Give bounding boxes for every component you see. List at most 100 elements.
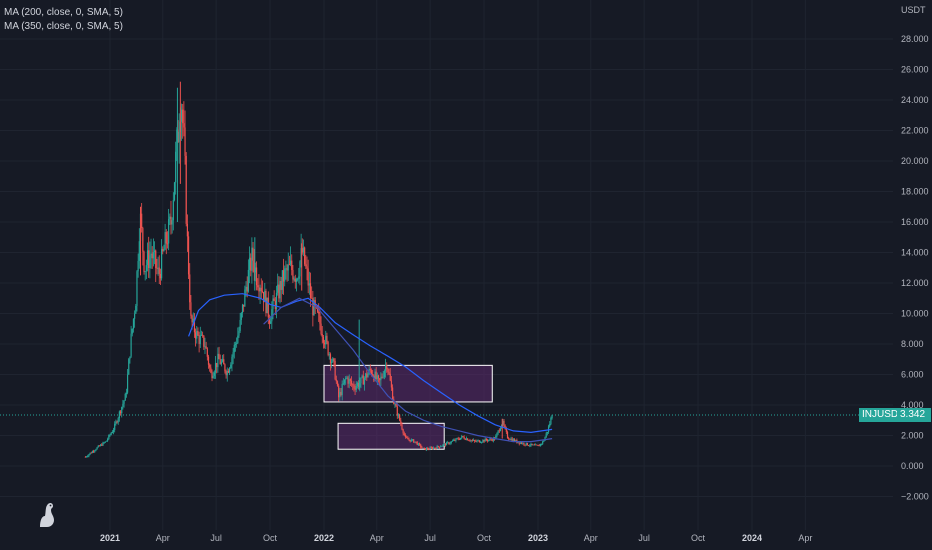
candle-body xyxy=(101,444,103,446)
candle-body xyxy=(333,358,335,361)
candle-body xyxy=(460,437,462,440)
candle-body xyxy=(528,445,530,447)
candle-body xyxy=(126,374,129,393)
candle-body xyxy=(266,297,268,314)
candle-body xyxy=(408,439,410,441)
candle-body xyxy=(383,370,385,377)
candle-body xyxy=(474,440,476,442)
indicator-legend: MA (200, close, 0, SMA, 5) MA (350, clos… xyxy=(4,6,123,34)
time-tick-label: Apr xyxy=(584,533,598,543)
candle-body xyxy=(486,440,489,441)
candle-body xyxy=(376,375,378,380)
candle-body xyxy=(508,438,510,440)
ma350-legend[interactable]: MA (350, close, 0, SMA, 5) xyxy=(4,20,123,34)
candle-body xyxy=(102,442,104,446)
candle-body xyxy=(218,353,220,360)
candle-body xyxy=(384,365,387,371)
candle-body xyxy=(529,445,531,447)
candle-body xyxy=(211,372,213,379)
candle-body xyxy=(119,411,122,414)
candle-body xyxy=(95,449,97,451)
candle-body xyxy=(353,385,355,389)
candle-body xyxy=(115,421,117,424)
time-tick-label: 2024 xyxy=(742,533,762,543)
candle-body xyxy=(157,267,159,269)
candle-body xyxy=(414,441,416,443)
zone-rectangle xyxy=(337,422,445,450)
candle-body xyxy=(302,247,305,253)
candle-body xyxy=(207,356,210,365)
candle-body xyxy=(433,447,435,449)
candle-body xyxy=(241,304,244,314)
candle-body xyxy=(420,444,422,448)
candle-body xyxy=(109,434,111,436)
candle-body xyxy=(546,431,548,434)
candle-body xyxy=(164,232,166,250)
time-tick-label: Apr xyxy=(370,533,384,543)
candle-body xyxy=(404,434,407,438)
candle-body xyxy=(545,433,547,438)
candle-body xyxy=(128,359,130,375)
candle-body xyxy=(165,232,167,244)
candle-body xyxy=(229,368,231,373)
candle-body xyxy=(255,267,258,286)
candle-body xyxy=(259,287,261,292)
candle-body xyxy=(498,430,500,432)
candle-body xyxy=(226,371,228,376)
candle-body xyxy=(533,444,536,446)
candle-body xyxy=(481,441,483,443)
candle-body xyxy=(233,344,235,353)
candle-body xyxy=(430,447,432,449)
candle-body xyxy=(186,223,188,237)
price-chart[interactable]: 28.000 26.000 24.000 22.000 20.000 18.000 16.0… xyxy=(0,0,932,550)
candle-body xyxy=(443,443,445,445)
candle-body xyxy=(258,287,260,292)
candle-body xyxy=(475,441,477,442)
candle-body xyxy=(220,361,222,365)
candle-body xyxy=(162,248,164,252)
tradingview-logo-icon[interactable] xyxy=(36,500,60,530)
candle-body xyxy=(239,319,241,331)
candle-body xyxy=(144,271,146,273)
candle-body xyxy=(153,250,156,253)
price-tick-label: 6.000 xyxy=(901,370,924,380)
candle-body xyxy=(195,332,197,339)
candle-body xyxy=(512,439,514,442)
candle-body xyxy=(438,446,441,448)
candle-body xyxy=(175,151,177,183)
candle-body xyxy=(387,368,389,372)
candle-body xyxy=(123,400,125,404)
candle-body xyxy=(488,439,490,441)
candle-body xyxy=(210,367,212,373)
ma200-legend[interactable]: MA (200, close, 0, SMA, 5) xyxy=(4,6,123,20)
candle-body xyxy=(386,365,388,369)
candle-body xyxy=(469,440,471,442)
candle-body xyxy=(416,442,418,445)
time-tick-label: Oct xyxy=(263,533,278,543)
candle-body xyxy=(363,378,366,385)
candle-body xyxy=(111,431,113,433)
chart-container[interactable]: 28.000 26.000 24.000 22.000 20.000 18.000 16.0… xyxy=(0,0,932,550)
candle-body xyxy=(145,265,147,272)
candle-body xyxy=(320,323,322,334)
candle-body xyxy=(94,450,96,452)
time-tick-label: Jul xyxy=(638,533,650,543)
candle-body xyxy=(198,335,200,344)
time-tick-label: Oct xyxy=(691,533,706,543)
time-tick-label: Apr xyxy=(156,533,170,543)
candle-body xyxy=(306,266,308,269)
candle-body xyxy=(103,442,105,444)
candle-body xyxy=(240,313,242,320)
candle-body xyxy=(85,456,88,458)
candle-body xyxy=(345,378,347,380)
candle-body xyxy=(160,248,163,279)
candle-body xyxy=(380,376,382,381)
time-tick-label: Jul xyxy=(424,533,436,543)
candle-body xyxy=(445,442,448,446)
candle-body xyxy=(468,440,470,442)
candle-body xyxy=(537,445,539,446)
candle-body xyxy=(484,438,486,442)
candle-body xyxy=(343,379,346,384)
candle-body xyxy=(204,346,206,348)
candle-body xyxy=(289,260,292,265)
